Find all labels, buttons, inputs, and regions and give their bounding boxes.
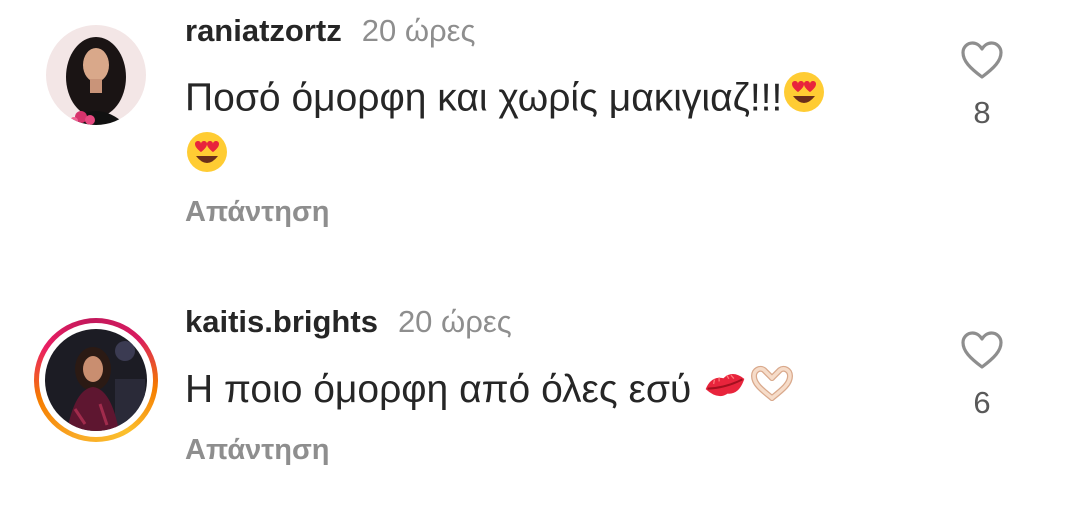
- like-column: 8: [942, 40, 1022, 131]
- story-ring[interactable]: [34, 318, 158, 442]
- avatar[interactable]: [45, 329, 147, 431]
- heart-eyes-emoji: [782, 70, 826, 130]
- reply-button[interactable]: Απάντηση: [185, 196, 330, 229]
- comment-text: Ποσό όμορφη και χωρίς μακιγιαζ!!!: [185, 70, 935, 190]
- like-column: 6: [942, 330, 1022, 421]
- kiss-lips-emoji: [702, 364, 748, 420]
- heart-icon[interactable]: [942, 40, 1022, 85]
- heart-icon[interactable]: [942, 330, 1022, 375]
- comment-username[interactable]: kaitis.brights 20 ώρες: [185, 304, 512, 340]
- username-text[interactable]: raniatzortz: [185, 13, 342, 48]
- comment-body: Η ποιο όμορφη από όλες εσύ: [185, 368, 692, 411]
- comment-text: Η ποιο όμορφη από όλες εσύ: [185, 362, 935, 420]
- avatar[interactable]: [46, 25, 146, 125]
- reply-button[interactable]: Απάντηση: [185, 434, 330, 467]
- comment-timestamp: 20 ώρες: [361, 13, 476, 48]
- comment-body: Ποσό όμορφη και χωρίς μακιγιαζ!!!: [185, 76, 783, 120]
- comment-username[interactable]: raniatzortz 20 ώρες: [185, 13, 475, 49]
- comment-item: raniatzortz 20 ώρες Ποσό όμορφη και χωρίς…: [0, 0, 1080, 260]
- username-text[interactable]: kaitis.brights: [185, 304, 378, 339]
- comment-item: kaitis.brights 20 ώρες Η ποιο όμορφη από …: [0, 290, 1080, 523]
- like-count: 6: [973, 385, 991, 420]
- heart-eyes-emoji: [185, 130, 229, 190]
- heart-hands-emoji: [748, 364, 796, 420]
- like-count: 8: [973, 95, 991, 130]
- comment-timestamp: 20 ώρες: [397, 304, 512, 339]
